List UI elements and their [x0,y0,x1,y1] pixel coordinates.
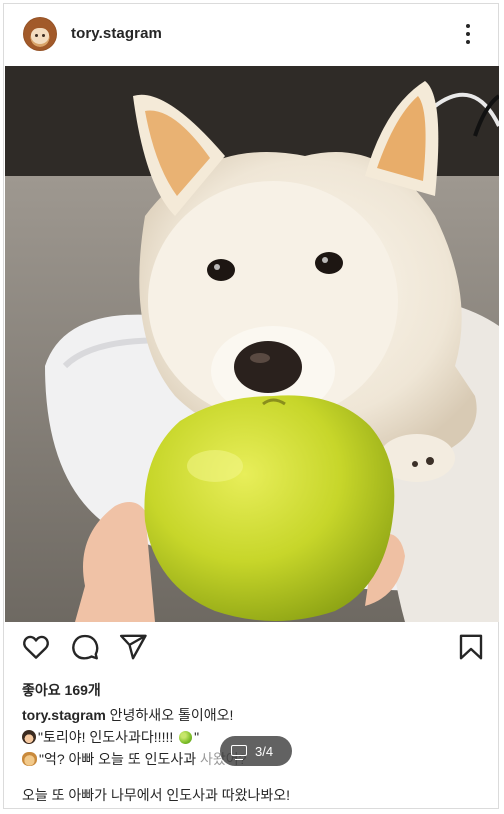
post-image[interactable] [5,66,499,622]
more-options-icon[interactable] [462,22,474,46]
caption-line-4: 오늘 또 아빠가 나무에서 인도사과 따왔나봐오! [22,784,492,806]
heart-icon[interactable] [21,632,51,662]
woman-emoji-icon [22,730,36,744]
caption-text-2: "토리야! 인도사과다!!!!! [38,729,178,745]
caption-line-1: tory.stagram 안녕하새오 톨이애오! [22,704,492,726]
likes-count[interactable]: 좋아요 169개 [22,680,101,700]
caption-username[interactable]: tory.stagram [22,707,106,723]
slide-counter: 3/4 [220,736,292,766]
caption-text-2-end: " [194,729,200,745]
avatar[interactable] [23,17,57,51]
action-bar [4,628,498,668]
username[interactable]: tory.stagram [71,25,162,42]
bookmark-icon[interactable] [456,632,486,662]
comment-bubble-icon[interactable] [70,632,100,662]
dog-emoji-icon [22,752,37,766]
carousel-icon [231,745,247,760]
paper-plane-icon[interactable] [118,632,148,662]
avatar-face [31,28,49,44]
caption-text-1: 안녕하새오 톨이애오! [109,707,234,723]
slide-counter-text: 3/4 [255,744,274,759]
caption-text-4: 오늘 또 아빠가 나무에서 인도사과 따왔나봐오! [22,787,291,803]
post-card: tory.stagram 좋아요 169개 tory.stagram 안녕하새오… [3,3,499,809]
caption-text-3: "억? 아빠 오늘 또 인도사과 [39,751,201,767]
post-image-illustration [5,66,499,622]
green-apple-emoji-icon [179,731,193,744]
post-header: tory.stagram [4,4,498,66]
